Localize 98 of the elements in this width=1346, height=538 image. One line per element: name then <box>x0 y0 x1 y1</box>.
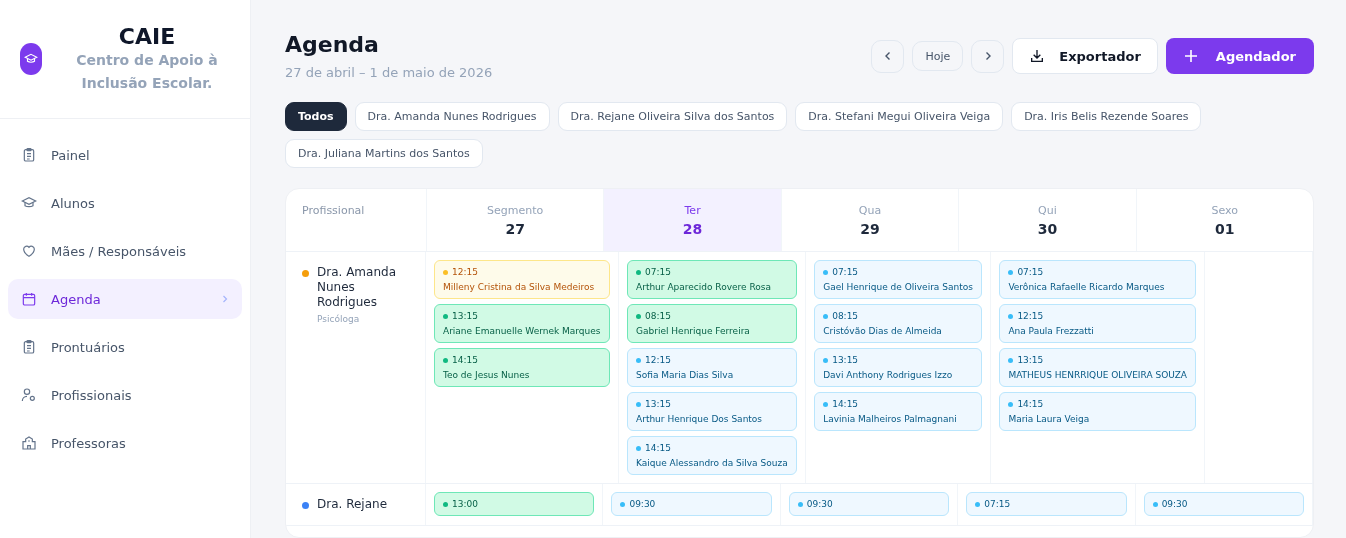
sidebar-item[interactable]: Prontuários <box>8 327 242 367</box>
appointment-card[interactable]: 07:15 Gael Henrique de Oliveira Santos <box>814 260 983 299</box>
appointment-card[interactable]: 13:15 MATHEUS HENRRIQUE OLIVEIRA SOUZA <box>999 348 1197 387</box>
sidebar-item[interactable]: Agenda <box>8 279 242 319</box>
date-range: 27 de abril – 1 de maio de 2026 <box>285 65 493 80</box>
today-button[interactable]: Hoje <box>912 41 964 71</box>
appointment-time: 09:30 <box>806 499 833 509</box>
previous-button[interactable] <box>871 39 905 73</box>
patient-name: Arthur Henrique Dos Santos <box>636 414 764 424</box>
clipboard-icon <box>21 339 37 355</box>
patient-name: Milleny Cristina da Silva Medeiros <box>443 282 596 292</box>
appointment-card[interactable]: 13:00 <box>434 492 595 516</box>
heart-icon <box>21 243 37 259</box>
chevron-right-icon <box>221 295 229 303</box>
page-title: Agenda <box>285 32 380 57</box>
filter-chip[interactable]: Todos <box>285 102 347 131</box>
appointment-time: 13:15 <box>832 355 859 365</box>
filter-chip[interactable]: Dra. Stefani Megui Oliveira Veiga <box>795 102 1004 131</box>
appointment-card[interactable]: 12:15 Ana Paula Frezzatti <box>999 304 1197 343</box>
sidebar-item[interactable]: Profissionais <box>8 375 242 415</box>
filter-chip[interactable]: Dra. Juliana Martins dos Santos <box>285 139 483 168</box>
appointment-card[interactable]: 12:15 Milleny Cristina da Silva Medeiros <box>434 260 611 299</box>
filter-chip[interactable]: Dra. Iris Belis Rezende Soares <box>1011 102 1202 131</box>
appointment-time: 08:15 <box>832 311 859 321</box>
patient-name: Lavinia Malheiros Palmagnani <box>823 414 958 424</box>
building-icon <box>21 435 37 451</box>
appointment-time: 07:15 <box>832 267 859 277</box>
sidebar-item[interactable]: Mães / Responsáveis <box>8 231 242 271</box>
appointment-time: 09:30 <box>629 499 656 509</box>
patient-name: Kaique Alessandro da Silva Souza <box>636 458 789 468</box>
brand-name: CAIE <box>117 23 177 49</box>
download-icon <box>1029 48 1046 64</box>
appointment-card[interactable]: 14:15 Maria Laura Veiga <box>999 392 1197 431</box>
appointment-card[interactable]: 13:15 Ariane Emanuelle Wernek Marques <box>434 304 611 343</box>
day-header[interactable]: Ter 28 <box>603 189 781 251</box>
patient-name: Teo de Jesus Nunes <box>443 370 531 380</box>
filter-chip[interactable]: Dra. Rejane Oliveira Silva dos Santos <box>557 102 788 131</box>
user-icon <box>21 387 37 403</box>
patient-name: Verônica Rafaelle Ricardo Marques <box>1008 282 1166 292</box>
appointment-card[interactable]: 14:15 Teo de Jesus Nunes <box>434 348 611 387</box>
appointment-card[interactable]: 14:15 Lavinia Malheiros Palmagnani <box>814 392 983 431</box>
filter-chip[interactable]: Dra. Amanda Nunes Rodrigues <box>354 102 550 131</box>
appointment-time: 13:15 <box>452 311 478 321</box>
appointment-time: 07:15 <box>984 499 1011 509</box>
appointment-card[interactable]: 13:15 Davi Anthony Rodrigues Izzo <box>814 348 983 387</box>
patient-name: Maria Laura Veiga <box>1008 414 1091 424</box>
patient-name: Sofia Maria Dias Silva <box>636 370 735 380</box>
appointment-time: 14:15 <box>452 355 478 365</box>
patient-name: Ariane Emanuelle Wernek Marques <box>443 326 602 336</box>
appointment-card[interactable]: 09:30 <box>1143 492 1305 516</box>
patient-name: Arthur Aparecido Rovere Rosa <box>636 282 773 292</box>
appointment-card[interactable]: 08:15 Gabriel Henrique Ferreira <box>627 304 798 343</box>
patient-name: Ana Paula Frezzatti <box>1008 326 1095 336</box>
appointment-time: 14:15 <box>832 399 859 409</box>
patient-name: Gabriel Henrique Ferreira <box>636 326 751 336</box>
day-header[interactable]: Qui 30 <box>958 189 1136 251</box>
clipboard-icon <box>21 147 37 163</box>
appointment-card[interactable]: 12:15 Sofia Maria Dias Silva <box>627 348 798 387</box>
appointment-card[interactable]: 09:30 <box>611 492 772 516</box>
appointment-card[interactable]: 07:15 Arthur Aparecido Rovere Rosa <box>627 260 798 299</box>
graduation-cap-logo-icon <box>20 43 42 75</box>
appointment-card[interactable]: 07:15 Verônica Rafaelle Ricardo Marques <box>999 260 1197 299</box>
professional-name: Dra. Amanda Nunes Rodrigues <box>317 265 397 310</box>
professional-role: Psicóloga <box>317 314 361 324</box>
sidebar-item[interactable]: Professoras <box>8 423 242 463</box>
appointment-card[interactable]: 09:30 <box>788 492 950 516</box>
brand-subtitle: Centro de Apoio à Inclusão Escolar. <box>75 50 219 93</box>
patient-name: MATHEUS HENRRIQUE OLIVEIRA SOUZA <box>1008 370 1188 380</box>
sidebar-item[interactable]: Alunos <box>8 183 242 223</box>
appointment-time: 08:15 <box>645 311 671 321</box>
appointment-card[interactable]: 08:15 Cristóvão Dias de Almeida <box>814 304 983 343</box>
appointment-time: 14:15 <box>1017 399 1044 409</box>
day-header[interactable]: Qua 29 <box>780 189 959 251</box>
appointment-card[interactable]: 07:15 <box>966 492 1127 516</box>
day-header[interactable]: Sexo 01 <box>1135 189 1313 251</box>
appointment-time: 07:15 <box>645 267 671 277</box>
column-header: Profissional <box>301 203 366 219</box>
sidebar-item[interactable]: Painel <box>8 135 242 175</box>
appointment-time: 12:15 <box>645 355 671 365</box>
export-button[interactable]: Exportador <box>1012 38 1158 74</box>
appointment-time: 12:15 <box>1017 311 1044 321</box>
patient-name: Cristóvão Dias de Almeida <box>823 326 943 336</box>
professional-name: Dra. Rejane <box>317 497 387 512</box>
calendar-icon <box>21 291 37 307</box>
patient-name: Davi Anthony Rodrigues Izzo <box>823 370 954 380</box>
appointment-time: 07:15 <box>1017 267 1044 277</box>
next-button[interactable] <box>971 39 1005 73</box>
plus-icon <box>1183 49 1198 63</box>
patient-name: Gael Henrique de Oliveira Santos <box>823 282 974 292</box>
appointment-time: 13:15 <box>645 399 671 409</box>
appointment-time: 12:15 <box>452 267 478 277</box>
appointment-time: 09:30 <box>1161 499 1188 509</box>
appointment-time: 14:15 <box>645 443 671 453</box>
appointment-card[interactable]: 14:15 Kaique Alessandro da Silva Souza <box>627 436 798 475</box>
appointment-time: 13:15 <box>1017 355 1044 365</box>
appointment-time: 13:00 <box>452 499 478 509</box>
appointment-card[interactable]: 13:15 Arthur Henrique Dos Santos <box>627 392 798 431</box>
schedule-button[interactable]: Agendador <box>1165 38 1314 74</box>
